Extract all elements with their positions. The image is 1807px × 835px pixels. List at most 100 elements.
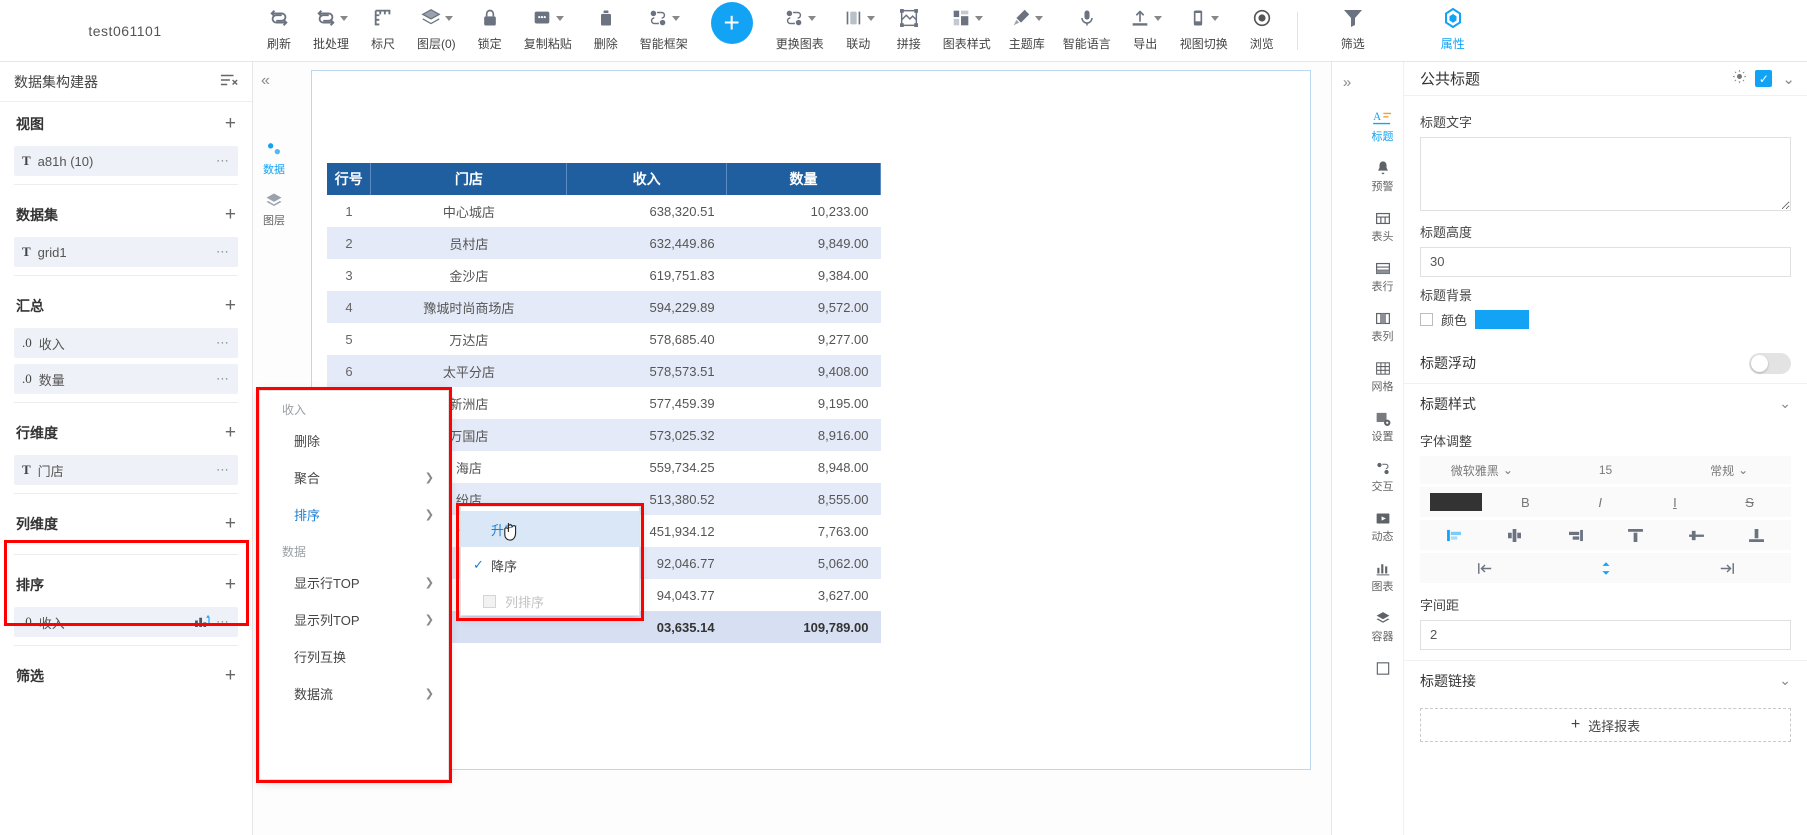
rail-item-grid[interactable]: 网格 xyxy=(1363,360,1403,394)
align-center-icon[interactable] xyxy=(1485,528,1546,542)
chevron-down-icon[interactable] xyxy=(866,15,875,21)
indent-start-icon[interactable] xyxy=(1424,562,1545,575)
chevron-down-icon[interactable]: ⌄ xyxy=(1779,672,1791,689)
context-menu-item-swap-rows-cols[interactable]: 行列互换 xyxy=(260,638,448,675)
title-float-toggle[interactable] xyxy=(1749,352,1791,374)
context-menu-item-delete[interactable]: 删除 xyxy=(260,422,448,459)
toolbar-button-ruler[interactable]: 标尺 xyxy=(358,0,408,62)
toolbar-button-view-switch[interactable]: 视图切换 xyxy=(1171,0,1237,62)
toolbar-button-batch[interactable]: 批处理 xyxy=(304,0,358,62)
list-item[interactable]: T 门店 ⋯ xyxy=(14,455,238,485)
font-weight-select[interactable]: 常规 ⌄ xyxy=(1667,462,1791,479)
rail-item-table-column[interactable]: 表列 xyxy=(1363,310,1403,344)
chevron-down-icon[interactable] xyxy=(672,15,681,21)
submenu-item-descending[interactable]: 降序 xyxy=(461,547,639,583)
toolbar-button-refresh[interactable]: 刷新 xyxy=(254,0,304,62)
context-menu-item-data-flow[interactable]: 数据流 ❯ xyxy=(260,675,448,712)
chevron-down-icon[interactable]: ⌄ xyxy=(1779,395,1791,412)
dataset-builder-menu-icon[interactable] xyxy=(220,73,238,90)
table-row[interactable]: 4 豫城时尚商场店 594,229.89 9,572.00 xyxy=(327,291,881,323)
color-swatch[interactable] xyxy=(1475,310,1530,329)
rail-item-table-row[interactable]: 表行 xyxy=(1363,260,1403,294)
font-color-swatch[interactable] xyxy=(1430,493,1482,511)
add-view-button[interactable]: + xyxy=(225,113,236,135)
table-row[interactable]: 3 金沙店 619,751.83 9,384.00 xyxy=(327,259,881,291)
table-header-cell[interactable]: 行号 xyxy=(327,163,372,195)
align-middle-icon[interactable] xyxy=(1666,529,1727,542)
align-top-icon[interactable] xyxy=(1606,528,1667,542)
add-column-dimension-button[interactable]: + xyxy=(225,513,236,535)
table-header-cell[interactable]: 门店 xyxy=(370,163,568,195)
list-item-sort-income[interactable]: .0 收入 ⋯ xyxy=(14,607,238,637)
rail-item-alert[interactable]: 预警 xyxy=(1363,160,1403,194)
toolbar-button-voice[interactable]: 智能语言 xyxy=(1054,0,1120,62)
rail-item-title[interactable]: A 标题 xyxy=(1363,110,1403,144)
list-item[interactable]: T a81h (10) ⋯ xyxy=(14,146,238,176)
chevron-down-icon[interactable] xyxy=(444,15,453,21)
toolbar-button-export[interactable]: 导出 xyxy=(1120,0,1171,62)
more-options-icon[interactable]: ⋯ xyxy=(216,335,230,351)
toolbar-button-filter[interactable]: 筛选 xyxy=(1308,0,1398,62)
bold-button[interactable]: B xyxy=(1488,495,1563,510)
table-header-cell[interactable]: 收入 xyxy=(566,163,728,195)
title-height-input[interactable]: 30 xyxy=(1420,247,1791,277)
sort-chart-icon[interactable] xyxy=(195,614,210,630)
toolbar-button-linkage[interactable]: 联动 xyxy=(833,0,884,62)
more-options-icon[interactable]: ⋯ xyxy=(216,614,230,630)
chevron-down-icon[interactable] xyxy=(1211,15,1220,21)
chevron-down-icon[interactable] xyxy=(1153,15,1162,21)
select-report-button[interactable]: + 选择报表 xyxy=(1420,708,1791,742)
rail-item-interaction[interactable]: 交互 xyxy=(1363,460,1403,494)
chevron-down-icon[interactable]: ⌄ xyxy=(1782,70,1795,88)
more-options-icon[interactable]: ⋯ xyxy=(216,371,230,387)
letter-spacing-input[interactable]: 2 xyxy=(1420,620,1791,650)
rail-item-animation[interactable]: 动态 xyxy=(1363,510,1403,544)
chevron-down-icon[interactable] xyxy=(808,15,817,21)
add-row-dimension-button[interactable]: + xyxy=(225,422,236,444)
table-row[interactable]: 6 太平分店 578,573.51 9,408.00 xyxy=(327,355,881,387)
collapse-left-panel-icon[interactable]: « xyxy=(261,72,270,90)
align-right-icon[interactable] xyxy=(1545,529,1606,542)
list-item[interactable]: .0 数量 ⋯ xyxy=(14,364,238,394)
toolbar-button-smart-frame[interactable]: 智能框架 xyxy=(631,0,697,62)
context-menu-item-aggregate[interactable]: 聚合 ❯ xyxy=(260,459,448,496)
add-button[interactable]: + xyxy=(710,2,753,44)
underline-button[interactable]: I xyxy=(1638,495,1713,510)
align-bottom-icon[interactable] xyxy=(1727,528,1788,542)
chevron-down-icon[interactable] xyxy=(975,15,984,21)
title-link-section-header[interactable]: 标题链接 ⌄ xyxy=(1404,660,1807,700)
toolbar-button-delete[interactable]: 删除 xyxy=(581,0,631,62)
italic-button[interactable]: I xyxy=(1563,495,1638,510)
indent-center-icon[interactable] xyxy=(1545,561,1666,575)
strikethrough-button[interactable]: S xyxy=(1712,495,1787,510)
list-item[interactable]: T grid1 ⋯ xyxy=(14,237,238,267)
context-menu-item-sort[interactable]: 排序 ❯ xyxy=(260,496,448,533)
toolbar-button-copy-paste[interactable]: 复制粘贴 xyxy=(515,0,581,62)
list-item[interactable]: .0 收入 ⋯ xyxy=(14,328,238,358)
rail-item-chart[interactable]: 图表 xyxy=(1363,560,1403,594)
add-sort-button[interactable]: + xyxy=(225,574,236,596)
more-options-icon[interactable]: ⋯ xyxy=(216,462,230,478)
gear-icon[interactable] xyxy=(1732,69,1747,88)
title-text-input[interactable] xyxy=(1420,137,1791,211)
table-row[interactable]: 5 万达店 578,685.40 9,277.00 xyxy=(327,323,881,355)
context-menu-item-show-col-top[interactable]: 显示列TOP ❯ xyxy=(260,601,448,638)
toolbar-button-lock[interactable]: 锁定 xyxy=(465,0,515,62)
more-options-icon[interactable]: ⋯ xyxy=(216,153,230,169)
canvas-tool-data[interactable]: 数据 xyxy=(254,140,294,177)
submenu-item-ascending[interactable]: 升序 xyxy=(461,511,639,547)
context-menu-item-show-row-top[interactable]: 显示行TOP ❯ xyxy=(260,564,448,601)
chevron-down-icon[interactable] xyxy=(339,15,348,21)
title-background-checkbox[interactable] xyxy=(1420,313,1433,326)
toolbar-button-change-chart[interactable]: 更换图表 xyxy=(767,0,833,62)
toolbar-button-layers[interactable]: 图层(0) xyxy=(408,0,465,62)
toolbar-button-properties[interactable]: 属性 xyxy=(1398,0,1508,62)
rail-item-container[interactable]: 容器 xyxy=(1363,610,1403,644)
add-dataset-button[interactable]: + xyxy=(225,204,236,226)
toolbar-button-chart-style[interactable]: 图表样式 xyxy=(934,0,1000,62)
collapse-right-panel-icon[interactable]: » xyxy=(1332,62,1362,835)
canvas-tool-layer[interactable]: 图层 xyxy=(254,191,294,228)
table-row[interactable]: 2 员村店 632,449.86 9,849.00 xyxy=(327,227,881,259)
toolbar-button-theme[interactable]: 主题库 xyxy=(1000,0,1054,62)
table-header-cell[interactable]: 数量 xyxy=(726,163,881,195)
